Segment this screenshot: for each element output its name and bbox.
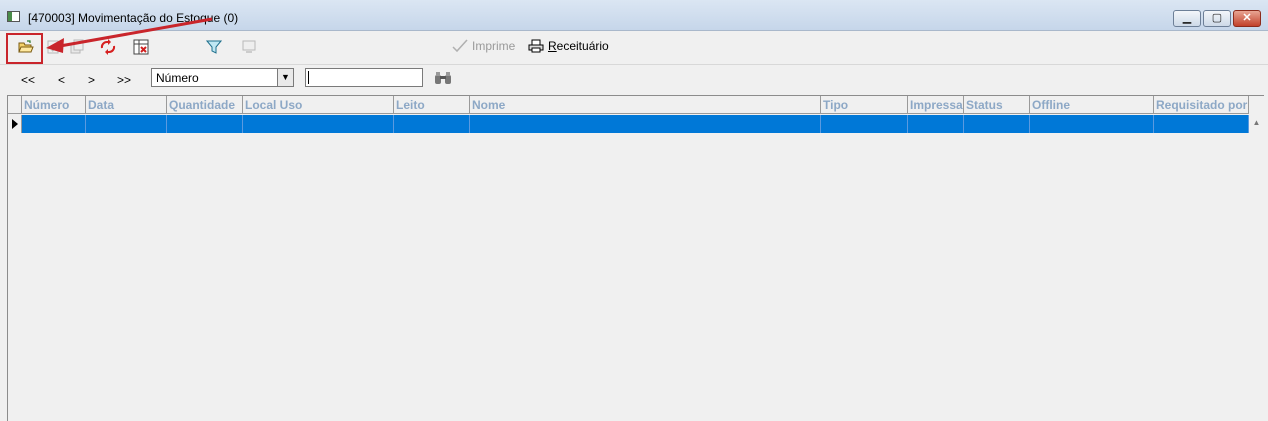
copy-button[interactable] bbox=[68, 38, 86, 56]
cell-quantidade[interactable] bbox=[167, 115, 243, 133]
cell-nome[interactable] bbox=[470, 115, 821, 133]
table-row[interactable] bbox=[22, 115, 1249, 133]
filter-icon bbox=[206, 40, 222, 54]
column-header-requisitado-por[interactable]: Requisitado por bbox=[1154, 96, 1249, 114]
app-window-icon bbox=[7, 11, 20, 22]
checkmark-icon bbox=[452, 39, 468, 53]
refresh-button[interactable] bbox=[99, 38, 117, 56]
last-record-button[interactable]: >> bbox=[117, 73, 131, 87]
maximize-icon: ▢ bbox=[1211, 12, 1223, 24]
close-icon: ✕ bbox=[1242, 12, 1252, 24]
text-caret bbox=[308, 71, 309, 84]
previous-record-button[interactable]: < bbox=[58, 73, 65, 87]
binoculars-search-button[interactable] bbox=[434, 71, 452, 88]
scroll-up-button[interactable]: ▲ bbox=[1249, 115, 1264, 131]
receituario-label: Receituário bbox=[548, 39, 609, 53]
column-header-data[interactable]: Data bbox=[86, 96, 167, 114]
printer-icon bbox=[528, 39, 544, 53]
first-record-button[interactable]: << bbox=[21, 73, 35, 87]
close-button[interactable]: ✕ bbox=[1233, 10, 1261, 27]
cell-data[interactable] bbox=[86, 115, 167, 133]
column-header-quantidade[interactable]: Quantidade bbox=[167, 96, 243, 114]
receituario-button[interactable]: Receituário bbox=[528, 39, 609, 53]
header-indicator-cell bbox=[8, 96, 22, 114]
grid-delete-icon bbox=[133, 39, 149, 55]
cell-numero[interactable] bbox=[22, 115, 86, 133]
cell-tipo[interactable] bbox=[821, 115, 908, 133]
grid-header: Número Data Quantidade Local Uso Leito N… bbox=[8, 96, 1264, 114]
minimize-icon: ▁ bbox=[1182, 12, 1192, 24]
column-header-local-uso[interactable]: Local Uso bbox=[243, 96, 394, 114]
annotation-highlight-box bbox=[6, 33, 43, 64]
imprime-label: Imprime bbox=[472, 39, 516, 53]
main-toolbar: Imprime Receituário bbox=[0, 31, 1268, 63]
column-header-numero[interactable]: Número bbox=[22, 96, 86, 114]
edit-disabled-icon bbox=[47, 40, 61, 54]
binoculars-icon bbox=[435, 72, 451, 84]
cell-local-uso[interactable] bbox=[243, 115, 394, 133]
grid-delete-button[interactable] bbox=[132, 38, 150, 56]
column-header-offline[interactable]: Offline bbox=[1030, 96, 1154, 114]
window-title: [470003] Movimentação do Estoque (0) bbox=[28, 11, 239, 25]
copy-disabled-icon bbox=[70, 39, 84, 54]
column-header-nome[interactable]: Nome bbox=[470, 96, 821, 114]
current-row-indicator bbox=[8, 115, 22, 133]
cell-leito[interactable] bbox=[394, 115, 470, 133]
monitor-button[interactable] bbox=[240, 38, 258, 56]
column-header-status[interactable]: Status bbox=[964, 96, 1030, 114]
edit-button[interactable] bbox=[45, 38, 63, 56]
title-bar: [470003] Movimentação do Estoque (0) ▁ ▢… bbox=[0, 0, 1268, 31]
cell-offline[interactable] bbox=[1030, 115, 1154, 133]
search-input[interactable] bbox=[305, 68, 423, 87]
cell-impressa[interactable] bbox=[908, 115, 964, 133]
cell-status[interactable] bbox=[964, 115, 1030, 133]
column-header-tipo[interactable]: Tipo bbox=[821, 96, 908, 114]
column-header-impressa[interactable]: Impressa bbox=[908, 96, 964, 114]
search-field-select[interactable]: Número ▼ bbox=[151, 68, 294, 87]
records-grid[interactable]: Número Data Quantidade Local Uso Leito N… bbox=[7, 95, 1264, 421]
imprime-button[interactable]: Imprime bbox=[452, 39, 515, 53]
chevron-down-icon[interactable]: ▼ bbox=[277, 69, 293, 86]
search-field-value: Número bbox=[156, 71, 199, 85]
cell-requisitado-por[interactable] bbox=[1154, 115, 1249, 133]
column-header-leito[interactable]: Leito bbox=[394, 96, 470, 114]
minimize-button[interactable]: ▁ bbox=[1173, 10, 1201, 27]
refresh-icon bbox=[100, 39, 116, 55]
filter-button[interactable] bbox=[205, 38, 223, 56]
monitor-disabled-icon bbox=[242, 40, 256, 53]
maximize-button[interactable]: ▢ bbox=[1203, 10, 1231, 27]
next-record-button[interactable]: > bbox=[88, 73, 95, 87]
